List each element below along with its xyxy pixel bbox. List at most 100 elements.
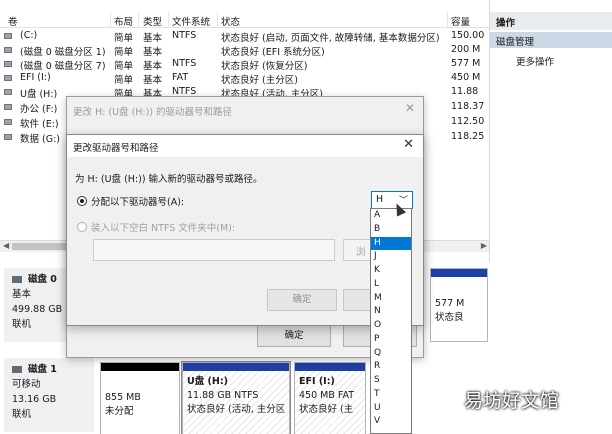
- scroll-left-icon[interactable]: ◀: [3, 241, 9, 250]
- volume-status: 状态良好 (恢复分区): [221, 61, 308, 72]
- volume-capacity: 11.88: [451, 86, 479, 97]
- letter-option[interactable]: J: [371, 250, 411, 264]
- volume-name: (磁盘 0 磁盘分区 7): [20, 61, 106, 72]
- partition-status: 状态良好 (主: [299, 404, 354, 415]
- letter-option[interactable]: Q: [371, 347, 411, 361]
- scroll-right-icon[interactable]: ▶: [481, 241, 487, 250]
- dialog-title: 更改 H: (U盘 (H:)) 的驱动器号和路径: [73, 107, 233, 118]
- volume-icon: [4, 47, 12, 53]
- letter-option[interactable]: L: [371, 278, 411, 292]
- partition-status: 状态良: [435, 312, 464, 323]
- close-icon[interactable]: ✕: [405, 101, 415, 115]
- partition-title: EFI (I:): [299, 376, 335, 387]
- dialog-description: 为 H: (U盘 (H:)) 输入新的驱动器号或路径。: [75, 174, 263, 185]
- volume-icon: [4, 33, 12, 39]
- volume-filesystem: FAT: [172, 72, 189, 83]
- volume-type: 基本: [143, 33, 163, 44]
- partition-usb-h[interactable]: U盘 (H:) 11.88 GB NTFS 状态良好 (活动, 主分区: [181, 361, 291, 434]
- column-header-type[interactable]: 类型: [143, 14, 162, 28]
- volume-capacity: 112.50: [451, 116, 485, 127]
- column-header-filesystem[interactable]: 文件系统: [172, 14, 210, 28]
- ok-button[interactable]: 确定: [257, 325, 331, 347]
- volume-type: 基本: [143, 75, 163, 86]
- mount-folder-radio[interactable]: [77, 222, 87, 232]
- letter-option[interactable]: S: [371, 374, 411, 388]
- letter-option[interactable]: K: [371, 264, 411, 278]
- volume-layout: 简单: [114, 75, 134, 86]
- volume-name: 数据 (G:): [20, 134, 60, 145]
- letter-option[interactable]: P: [371, 333, 411, 347]
- partition-block[interactable]: 577 M 状态良: [430, 268, 488, 342]
- letter-option[interactable]: R: [371, 360, 411, 374]
- volume-name: 软件 (E:): [20, 119, 59, 130]
- partition-efi-i[interactable]: EFI (I:) 450 MB FAT 状态良好 (主: [294, 362, 366, 434]
- volume-filesystem: NTFS: [172, 30, 197, 41]
- column-header-layout[interactable]: 布局: [114, 14, 133, 28]
- column-header-status[interactable]: 状态: [221, 14, 240, 28]
- volume-row[interactable]: (磁盘 0 磁盘分区 1) 简单 基本 状态良好 (EFI 系统分区) 200 …: [0, 43, 489, 58]
- volume-name: U盘 (H:): [20, 89, 58, 100]
- volume-name: (磁盘 0 磁盘分区 1): [20, 47, 106, 58]
- partition-status: 未分配: [105, 406, 134, 417]
- letter-option-selected[interactable]: H: [371, 236, 411, 251]
- cancel-button[interactable]: [343, 289, 373, 311]
- disk-type: 可移动: [12, 379, 41, 390]
- watermark-text: 易坊好文馆: [464, 390, 560, 412]
- disk-1-label[interactable]: 磁盘 1 可移动 13.16 GB 联机: [4, 358, 94, 432]
- volume-type: 基本: [143, 47, 163, 58]
- volume-capacity: 150.00: [451, 30, 485, 41]
- partition-size: 11.88 GB NTFS: [187, 390, 259, 401]
- volume-icon: [4, 89, 12, 95]
- volume-row[interactable]: (磁盘 0 磁盘分区 7) 简单 基本 NTFS 状态良好 (恢复分区) 577…: [0, 57, 489, 72]
- browse-button[interactable]: 浏: [343, 239, 373, 261]
- dialog-title: 更改驱动器号和路径: [73, 143, 159, 154]
- volume-icon: [4, 134, 12, 140]
- disk-icon: [12, 276, 22, 283]
- column-header-volume[interactable]: 卷: [8, 14, 18, 28]
- letter-option[interactable]: B: [371, 223, 411, 237]
- volume-name: (C:): [20, 30, 38, 41]
- assign-letter-radio[interactable]: [77, 196, 87, 206]
- mount-folder-label[interactable]: 装入以下空白 NTFS 文件夹中(M):: [91, 220, 235, 234]
- volume-layout: 简单: [114, 61, 134, 72]
- partition-status: 状态良好 (活动, 主分区: [187, 404, 286, 415]
- letter-option[interactable]: N: [371, 305, 411, 319]
- letter-option[interactable]: M: [371, 292, 411, 306]
- more-actions-link[interactable]: 更多操作: [516, 54, 554, 68]
- disk-icon: [12, 366, 22, 373]
- volume-status: 状态良好 (启动, 页面文件, 故障转储, 基本数据分区): [221, 33, 440, 44]
- folder-path-input[interactable]: [93, 239, 335, 261]
- drive-letter-dropdown[interactable]: A B H J K L M N O P Q R S T U V: [370, 208, 412, 434]
- assign-letter-label[interactable]: 分配以下驱动器号(A):: [91, 194, 184, 208]
- volume-row[interactable]: EFI (I:) 简单 基本 FAT 状态良好 (主分区) 450 M: [0, 71, 489, 86]
- actions-pane: 操作 磁盘管理 更多操作: [490, 0, 612, 434]
- letter-option[interactable]: T: [371, 388, 411, 402]
- actions-disk-management[interactable]: 磁盘管理: [490, 32, 612, 48]
- actions-header: 操作: [490, 12, 612, 30]
- volume-layout: 简单: [114, 47, 134, 58]
- partition-unallocated[interactable]: 855 MB 未分配: [100, 362, 180, 434]
- volume-status: 状态良好 (EFI 系统分区): [221, 47, 325, 58]
- volume-name: 办公 (F:): [20, 104, 58, 115]
- disk-name: 磁盘 1: [28, 364, 57, 375]
- letter-option[interactable]: V: [371, 415, 411, 429]
- volume-capacity: 577 M: [451, 58, 481, 69]
- disk-size: 13.16 GB: [12, 394, 57, 405]
- volume-row[interactable]: (C:) 简单 基本 NTFS 状态良好 (启动, 页面文件, 故障转储, 基本…: [0, 29, 489, 44]
- partition-size: 577 M: [435, 298, 465, 309]
- letter-option[interactable]: U: [371, 402, 411, 416]
- volume-capacity: 200 M: [451, 44, 481, 55]
- letter-option[interactable]: O: [371, 319, 411, 333]
- volume-capacity: 450 M: [451, 72, 481, 83]
- volume-type: 基本: [143, 61, 163, 72]
- volume-status: 状态良好 (主分区): [221, 75, 298, 86]
- ok-button[interactable]: 确定: [267, 289, 337, 311]
- volume-layout: 简单: [114, 33, 134, 44]
- column-header-capacity[interactable]: 容量: [451, 14, 470, 28]
- disk-name: 磁盘 0: [28, 274, 57, 285]
- volume-capacity: 118.37: [451, 101, 485, 112]
- partition-size: 450 MB FAT: [299, 390, 355, 401]
- close-icon[interactable]: ✕: [403, 137, 414, 152]
- drive-letter-value: H: [376, 194, 384, 205]
- partition-size: 855 MB: [105, 392, 141, 403]
